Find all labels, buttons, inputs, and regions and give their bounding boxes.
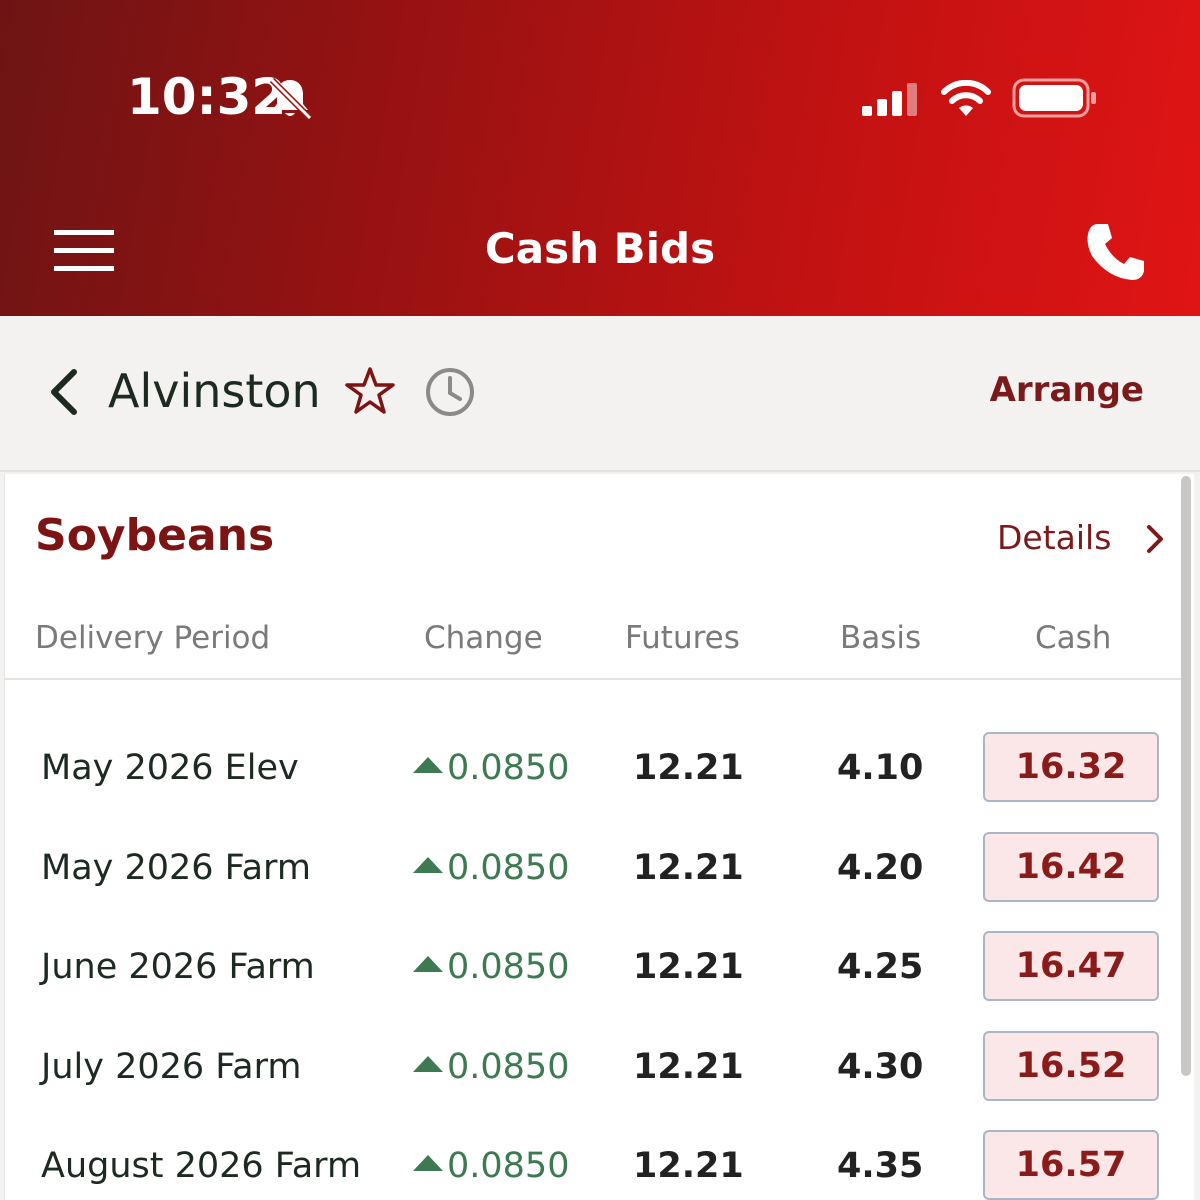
column-header-delivery-period: Delivery Period [35, 620, 271, 656]
commodity-card: Soybeans Details Delivery Period Change … [4, 474, 1194, 1200]
column-header-basis: Basis [840, 620, 922, 656]
futures-value: 12.21 [633, 1047, 744, 1087]
up-arrow-icon [413, 1056, 443, 1072]
change-value: 0.0850 [413, 1146, 569, 1186]
up-arrow-icon [413, 757, 443, 773]
basis-value: 4.25 [837, 947, 924, 987]
page-title: Cash Bids [484, 224, 716, 273]
futures-value: 12.21 [633, 1146, 744, 1186]
delivery-period: June 2026 Farm [41, 947, 315, 987]
table-row[interactable]: May 2026 Elev 0.0850 12.21 4.10 16.32 [5, 724, 1183, 824]
cash-value[interactable]: 16.47 [983, 931, 1159, 1001]
basis-value: 4.10 [837, 748, 924, 788]
arrange-button[interactable]: Arrange [990, 370, 1144, 410]
details-button[interactable]: Details [997, 518, 1111, 557]
change-value: 0.0850 [413, 947, 569, 987]
up-arrow-icon [413, 857, 443, 873]
delivery-period: July 2026 Farm [41, 1047, 302, 1087]
basis-value: 4.20 [837, 848, 924, 888]
battery-icon [1012, 78, 1096, 118]
futures-value: 12.21 [633, 848, 744, 888]
delivery-period: May 2026 Farm [41, 848, 311, 888]
delivery-period: August 2026 Farm [41, 1146, 362, 1186]
chevron-right-icon[interactable] [1143, 522, 1167, 556]
column-header-futures: Futures [625, 620, 740, 656]
table-row[interactable]: July 2026 Farm 0.0850 12.21 4.30 16.52 [5, 1023, 1183, 1123]
cash-value[interactable]: 16.42 [983, 832, 1159, 902]
table-row[interactable]: June 2026 Farm 0.0850 12.21 4.25 16.47 [5, 923, 1183, 1023]
table-row[interactable]: May 2026 Farm 0.0850 12.21 4.20 16.42 [5, 824, 1183, 924]
status-time: 10:32 [127, 68, 287, 126]
basis-value: 4.30 [837, 1047, 924, 1087]
clock-icon[interactable] [424, 366, 476, 418]
change-value: 0.0850 [413, 1047, 569, 1087]
delivery-period: May 2026 Elev [41, 748, 299, 788]
cellular-signal-icon [862, 83, 917, 116]
header-divider [5, 678, 1183, 680]
bell-slash-icon [269, 77, 313, 120]
futures-value: 12.21 [633, 748, 744, 788]
location-name: Alvinston [108, 364, 321, 418]
column-header-change: Change [424, 620, 543, 656]
cash-value[interactable]: 16.32 [983, 732, 1159, 802]
change-value: 0.0850 [413, 748, 569, 788]
phone-icon[interactable] [1084, 220, 1148, 284]
back-chevron-icon[interactable] [46, 366, 80, 418]
column-header-cash: Cash [1035, 620, 1112, 656]
basis-value: 4.35 [837, 1146, 924, 1186]
commodity-title: Soybeans [35, 510, 275, 561]
up-arrow-icon [413, 956, 443, 972]
up-arrow-icon [413, 1155, 443, 1171]
table-row[interactable]: August 2026 Farm 0.0850 12.21 4.35 16.57 [5, 1122, 1183, 1200]
star-icon[interactable] [344, 366, 396, 416]
app-header: 10:32 Cash Bids [0, 0, 1200, 316]
cash-value[interactable]: 16.52 [983, 1031, 1159, 1101]
cash-value[interactable]: 16.57 [983, 1130, 1159, 1200]
wifi-icon [941, 80, 991, 116]
futures-value: 12.21 [633, 947, 744, 987]
change-value: 0.0850 [413, 848, 569, 888]
